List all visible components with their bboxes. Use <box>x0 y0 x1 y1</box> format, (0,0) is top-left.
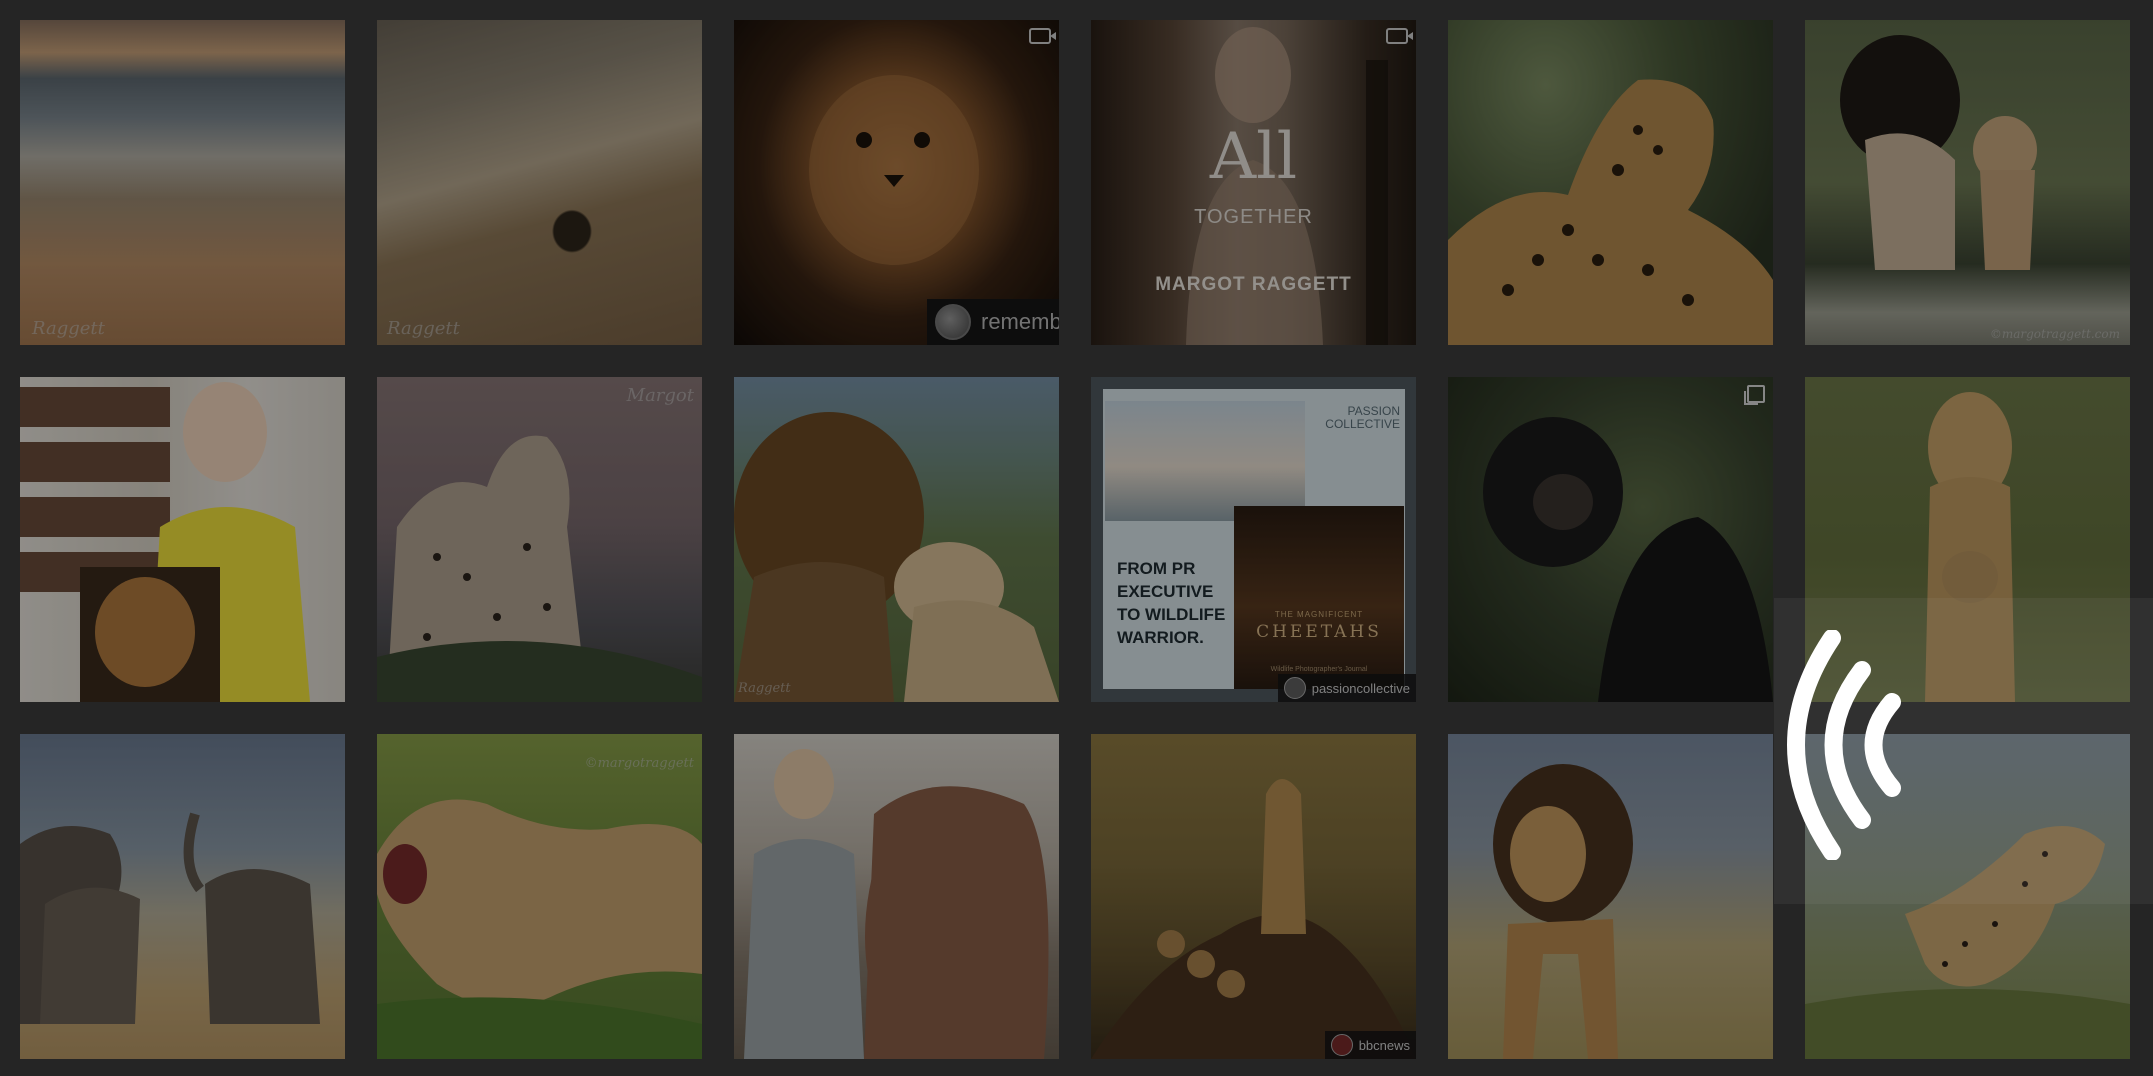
walking-lion-graphic <box>1493 764 1633 1059</box>
post-tile-cheetah-cub-video[interactable]: rememb <box>734 20 1059 345</box>
copyright-watermark: ©margotraggett <box>584 756 694 771</box>
avatar <box>1283 677 1306 699</box>
book-cover: THE MAGNIFICENT CHEETAHS Wildlife Photog… <box>1234 506 1404 689</box>
headline-line-3: TO WILDLIFE <box>1117 605 1226 624</box>
book-line-1: THE MAGNIFICENT <box>1274 610 1364 619</box>
cheetah-cub-face <box>809 75 979 265</box>
signature-watermark: Raggett <box>738 681 791 696</box>
post-tile-author-with-elephant-calf[interactable] <box>734 734 1059 1059</box>
video-icon <box>1386 28 1413 44</box>
post-tile-all-together-video[interactable]: All TOGETHER MARGOT RAGGETT <box>1091 20 1416 345</box>
post-tile-author-with-book[interactable] <box>20 377 345 702</box>
safari-photo <box>1105 401 1305 521</box>
brand-line-2: COLLECTIVE <box>1325 417 1400 431</box>
avatar <box>935 304 971 340</box>
signature-watermark: Raggett <box>387 318 460 339</box>
cheetah-cubs-graphic <box>377 435 702 702</box>
book-title: CHEETAHS <box>1256 622 1382 642</box>
elephants-graphic <box>20 812 320 1024</box>
lions-graphic <box>734 412 1059 702</box>
headline-line-1: FROM PR <box>1117 559 1196 578</box>
post-tile-lion-and-cub[interactable]: ©margotraggett.com <box>1805 20 2130 345</box>
post-tile-cheetah-cubs[interactable]: Margot <box>377 377 702 702</box>
leopard-graphic <box>1448 79 1773 345</box>
signature-watermark: Raggett <box>32 318 105 339</box>
post-tile-yawning-lioness[interactable]: ©margotraggett <box>377 734 702 1059</box>
post-tile-leopard[interactable] <box>1448 20 1773 345</box>
gorilla-graphic <box>1483 417 1773 702</box>
author-elephant-graphic <box>744 749 1049 1059</box>
repost-badge: bbcnews <box>1324 1031 1416 1059</box>
post-tile-elephants[interactable] <box>20 734 345 1059</box>
headline: FROM PR EXECUTIVE TO WILDLIFE WARRIOR. <box>1117 557 1225 649</box>
repost-handle: passioncollective <box>1311 680 1410 696</box>
post-tile-passion-collective[interactable]: PASSION COLLECTIVE FROM PR EXECUTIVE TO … <box>1091 377 1416 702</box>
promo-title: All <box>1209 120 1298 194</box>
post-tile-walking-lion[interactable] <box>1448 734 1773 1059</box>
yawning-lioness-graphic <box>377 799 702 1059</box>
cheetahs-mound-graphic <box>1091 779 1416 1059</box>
post-tile-beach-sunset[interactable]: Raggett <box>20 20 345 345</box>
video-icon <box>1029 28 1056 44</box>
avatar <box>1330 1034 1353 1056</box>
repost-handle: rememb <box>981 309 1059 334</box>
repost-handle: bbcnews <box>1358 1037 1410 1053</box>
post-tile-lion-and-lioness[interactable]: Raggett <box>734 377 1059 702</box>
post-tile-turtle-waves[interactable]: Raggett <box>377 20 702 345</box>
post-tile-cheetahs-on-mound[interactable]: bbcnews <box>1091 734 1416 1059</box>
loading-arcs-icon <box>1787 630 1901 860</box>
promo-subtitle: TOGETHER <box>1194 206 1313 228</box>
lion-graphic <box>1840 35 2037 270</box>
copyright-watermark: ©margotraggett.com <box>1989 327 2120 341</box>
repost-badge: passioncollective <box>1277 674 1416 702</box>
signature-watermark: Margot <box>626 385 694 406</box>
headline-line-4: WARRIOR. <box>1117 628 1204 647</box>
promo-name: MARGOT RAGGETT <box>1155 274 1352 295</box>
multi-image-icon <box>1744 385 1765 405</box>
author-portrait <box>20 382 310 702</box>
book-subtitle: Wildlife Photographer's Journal <box>1270 666 1368 673</box>
brand-logo: PASSION COLLECTIVE <box>1325 405 1400 431</box>
repost-badge: rememb <box>927 299 1059 345</box>
post-tile-baby-gorilla[interactable] <box>1448 377 1773 702</box>
headline-line-2: EXECUTIVE <box>1117 582 1214 601</box>
